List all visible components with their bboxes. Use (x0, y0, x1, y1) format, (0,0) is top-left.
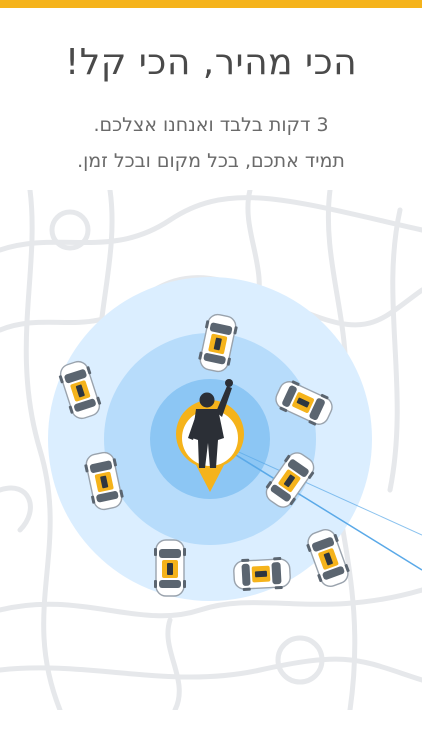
subtitle-line-2: תמיד אתכם, בכל מקום ובכל זמן. (77, 150, 345, 172)
subtitle-line-1: 3 דקות בלבד ואנחנו אצלכם. (93, 114, 329, 136)
taxi-car-icon (153, 539, 187, 597)
page-title: הכי מהיר, הכי קל! (64, 42, 358, 83)
top-accent-bar (0, 0, 422, 8)
taxi-radar-illustration (0, 190, 422, 710)
taxi-car-icon (232, 555, 292, 593)
